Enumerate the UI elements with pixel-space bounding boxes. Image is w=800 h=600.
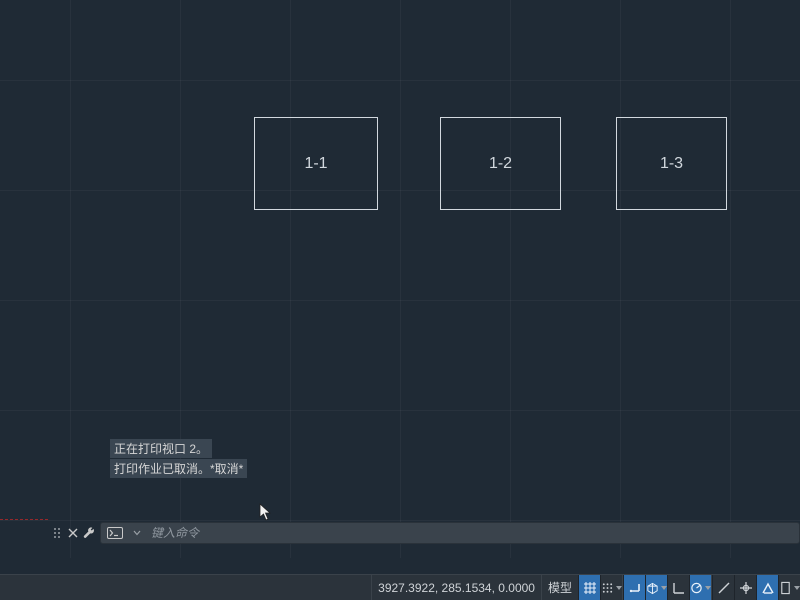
viewport-1-1[interactable]: 1-1: [254, 117, 378, 210]
model-space-label: 模型: [548, 579, 572, 596]
drawing-canvas[interactable]: 1-1 1-2 1-3 正在打印视口 2。 打印作业已取消。*取消*: [0, 0, 800, 558]
lineweight-toggle[interactable]: [778, 575, 800, 600]
ortho-toggle[interactable]: [623, 575, 645, 600]
coordinates-text: 3927.3922, 285.1534, 0.0000: [378, 581, 535, 595]
wrench-icon[interactable]: [82, 526, 96, 540]
command-bar-controls: [46, 522, 100, 544]
command-history-line: 打印作业已取消。*取消*: [110, 459, 247, 478]
command-bar: [46, 522, 800, 544]
grid-toggle[interactable]: [578, 575, 600, 600]
viewport-label: 1-3: [660, 156, 683, 172]
cursor-icon: [259, 503, 271, 521]
viewport-label: 1-1: [304, 156, 327, 172]
isoplane-toggle[interactable]: [645, 575, 667, 600]
command-input-wrap[interactable]: [100, 522, 800, 544]
object-snap-toggle[interactable]: [756, 575, 778, 600]
otrack-toggle[interactable]: [734, 575, 756, 600]
model-space-button[interactable]: 模型: [541, 575, 578, 600]
close-icon[interactable]: [66, 526, 80, 540]
chevron-down-icon: [794, 586, 800, 590]
osnap-toggle[interactable]: [712, 575, 734, 600]
polar-toggle[interactable]: [667, 575, 689, 600]
marker-line: [0, 519, 48, 520]
coordinates-readout: 3927.3922, 285.1534, 0.0000: [371, 575, 541, 600]
viewport-1-3[interactable]: 1-3: [616, 117, 727, 210]
command-history-line: 正在打印视口 2。: [110, 439, 212, 458]
command-input[interactable]: [151, 526, 793, 540]
viewport-label: 1-2: [489, 156, 512, 172]
chevron-down-icon[interactable]: [129, 526, 145, 540]
viewport-1-2[interactable]: 1-2: [440, 117, 561, 210]
polar-tracking-toggle[interactable]: [689, 575, 711, 600]
command-history: 正在打印视口 2。 打印作业已取消。*取消*: [110, 438, 247, 478]
terminal-icon: [107, 526, 123, 540]
status-bar: 3927.3922, 285.1534, 0.0000 模型: [0, 574, 800, 600]
drag-handle-icon[interactable]: [50, 526, 64, 540]
snap-toggle[interactable]: [600, 575, 622, 600]
